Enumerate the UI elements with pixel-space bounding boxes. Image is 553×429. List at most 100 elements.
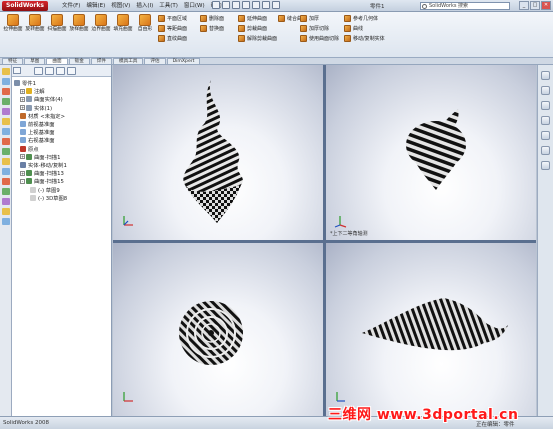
viewport-trimetric[interactable]: *上下二等角轴测 [326, 65, 536, 240]
tree-node[interactable]: + 曲面-扫描1 [14, 153, 111, 161]
search-icon[interactable] [541, 116, 550, 125]
tree-node[interactable]: + 曲面-扫描13 [14, 169, 111, 177]
feature-tree-tab-icon[interactable] [34, 67, 43, 75]
search-input[interactable]: SolidWorks 搜索 [420, 2, 510, 10]
app-logo[interactable]: SolidWorks [2, 1, 48, 11]
config-tab-icon[interactable] [56, 67, 65, 75]
expand-toggle-icon[interactable]: + [20, 96, 25, 102]
minimize-button[interactable]: _ [519, 1, 529, 10]
sketch-tool-icon[interactable] [2, 88, 10, 95]
command-button[interactable]: 解除剪裁曲面 [238, 35, 277, 42]
menu-item[interactable]: 编辑(E) [86, 1, 105, 11]
undo-icon[interactable] [252, 1, 260, 9]
menu-item[interactable]: 工具(T) [159, 1, 178, 11]
sketch-tool-icon[interactable] [2, 98, 10, 105]
command-tab[interactable]: 钣金 [68, 58, 90, 64]
menu-item[interactable]: 文件(F) [62, 1, 80, 11]
command-button[interactable]: 加厚切除 [300, 25, 329, 32]
viewport-front[interactable] [113, 65, 323, 240]
file-explorer-icon[interactable] [541, 101, 550, 110]
command-button[interactable]: 删除面 [200, 15, 224, 22]
command-tab[interactable]: 模具工具 [113, 58, 144, 64]
command-button[interactable]: 等距曲面 [158, 25, 187, 32]
command-button[interactable]: 边界曲面 [90, 14, 112, 33]
expand-toggle-icon[interactable]: + [20, 154, 25, 160]
command-button[interactable]: 剪裁曲面 [238, 25, 267, 32]
menu-item[interactable]: 插入(I) [136, 1, 153, 11]
property-tab-icon[interactable] [45, 67, 54, 75]
tree-node[interactable]: (-) 草图9 [14, 185, 111, 194]
viewport-right[interactable] [326, 243, 536, 416]
command-button[interactable]: 参考几何体 [344, 15, 378, 22]
sketch-tool-icon[interactable] [2, 168, 10, 175]
command-button[interactable]: 直纹曲面 [158, 35, 187, 42]
sketch-tool-icon[interactable] [2, 198, 10, 205]
menu-item[interactable]: 窗口(W) [184, 1, 205, 11]
tree-node[interactable]: + 注解 [14, 87, 111, 95]
viewport-splitter-horizontal[interactable] [113, 240, 536, 243]
command-button[interactable]: 延伸曲面 [238, 15, 267, 22]
save-icon[interactable] [232, 1, 240, 9]
print-icon[interactable] [242, 1, 250, 9]
tree-node[interactable]: 原点 [14, 145, 111, 153]
command-tab[interactable]: 评估 [144, 58, 166, 64]
command-button[interactable]: 旋转曲面 [24, 14, 46, 33]
tree-node[interactable]: 零件1 [14, 79, 111, 87]
expand-toggle-icon[interactable]: + [20, 170, 25, 176]
sketch-tool-icon[interactable] [2, 188, 10, 195]
sketch-tool-icon[interactable] [2, 68, 10, 75]
command-button[interactable]: 使用曲面切除 [300, 35, 339, 42]
command-button[interactable]: 自由形 [134, 14, 156, 33]
close-button[interactable]: ✕ [541, 1, 551, 10]
command-button[interactable]: 扫描曲面 [46, 14, 68, 33]
open-icon[interactable] [222, 1, 230, 9]
maximize-button[interactable]: □ [530, 1, 540, 10]
sketch-tool-icon[interactable] [2, 128, 10, 135]
expand-toggle-icon[interactable]: + [20, 88, 25, 94]
sketch-tool-icon[interactable] [2, 138, 10, 145]
command-button[interactable]: 曲线 [344, 25, 363, 32]
sketch-tool-icon[interactable] [2, 218, 10, 225]
command-button[interactable]: 放样曲面 [68, 14, 90, 33]
command-button[interactable]: 拉伸曲面 [2, 14, 24, 33]
command-button[interactable]: 平面区域 [158, 15, 187, 22]
sketch-tool-icon[interactable] [2, 118, 10, 125]
tree-node[interactable]: 材质 <未指定> [14, 112, 111, 120]
tree-node[interactable]: + 实体(1) [14, 104, 111, 112]
sketch-tool-icon[interactable] [2, 208, 10, 215]
tree-node[interactable]: (-) 3D草图8 [14, 194, 111, 202]
tree-node[interactable]: 前视基准面 [14, 120, 111, 128]
appearances-icon[interactable] [541, 146, 550, 155]
tree-node[interactable]: 实体-移动/复制1 [14, 161, 111, 169]
sketch-tool-icon[interactable] [2, 78, 10, 85]
expand-toggle-icon[interactable]: + [20, 105, 25, 111]
viewport-top[interactable] [113, 243, 323, 416]
tree-node[interactable]: 上视基准面 [14, 128, 111, 136]
tree-node[interactable]: + 曲面实体(4) [14, 95, 111, 103]
rebuild-icon[interactable] [262, 1, 270, 9]
command-tab[interactable]: 草图 [24, 58, 46, 64]
sketch-tool-icon[interactable] [2, 158, 10, 165]
options-icon[interactable] [272, 1, 280, 9]
command-button[interactable]: 移动/复制实体 [344, 35, 385, 42]
menu-item[interactable]: 视图(V) [111, 1, 130, 11]
command-tab[interactable]: 特征 [2, 58, 24, 64]
command-button[interactable]: 替换面 [200, 25, 224, 32]
new-icon[interactable] [212, 1, 220, 9]
tree-node[interactable]: 右视基准面 [14, 136, 111, 144]
command-tab[interactable]: DimXpert [166, 58, 201, 64]
sketch-tool-icon[interactable] [2, 108, 10, 115]
tree-node[interactable]: - 曲面-扫描15 [14, 177, 111, 185]
command-tab[interactable]: 焊件 [90, 58, 113, 64]
filter-icon[interactable] [13, 67, 21, 74]
command-button[interactable]: 填充曲面 [112, 14, 134, 33]
view-palette-icon[interactable] [541, 131, 550, 140]
sketch-tool-icon[interactable] [2, 148, 10, 155]
sketch-tool-icon[interactable] [2, 178, 10, 185]
resources-icon[interactable] [541, 71, 550, 80]
command-tab[interactable]: 曲面 [46, 58, 68, 64]
design-library-icon[interactable] [541, 86, 550, 95]
dimxpert-tab-icon[interactable] [67, 67, 76, 75]
custom-properties-icon[interactable] [541, 161, 550, 170]
expand-toggle-icon[interactable]: - [20, 178, 25, 184]
